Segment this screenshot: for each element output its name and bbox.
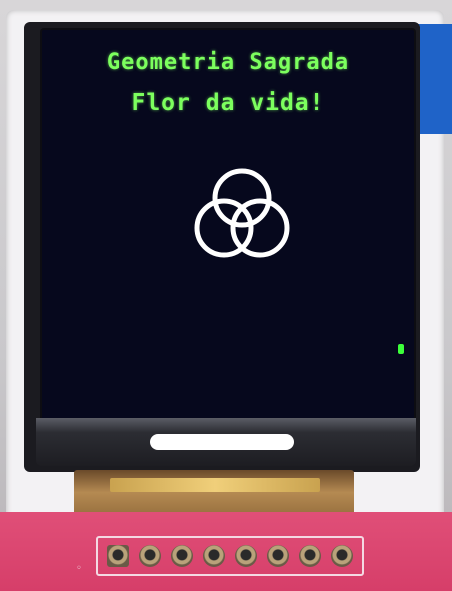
- header-pin: [331, 545, 353, 567]
- backlight-bar: [150, 434, 294, 450]
- header-pin: [107, 545, 129, 567]
- status-led: [398, 344, 404, 354]
- header-pin: [203, 545, 225, 567]
- header-pin: [267, 545, 289, 567]
- screen-subtitle: Flor da vida!: [131, 90, 325, 116]
- pin-header: [96, 536, 364, 576]
- pcb-marking: ◦: [76, 563, 82, 574]
- header-pin: [139, 545, 161, 567]
- lcd-screen: Geometria Sagrada Flor da vida!: [42, 30, 414, 422]
- header-pin: [171, 545, 193, 567]
- header-pin: [299, 545, 321, 567]
- photo-stage: Geometria Sagrada Flor da vida! ◦: [0, 0, 452, 591]
- screen-title: Geometria Sagrada: [106, 50, 350, 75]
- flex-cable-strip: [110, 478, 320, 492]
- header-pin: [235, 545, 257, 567]
- three-circle-trefoil-icon: [194, 168, 290, 258]
